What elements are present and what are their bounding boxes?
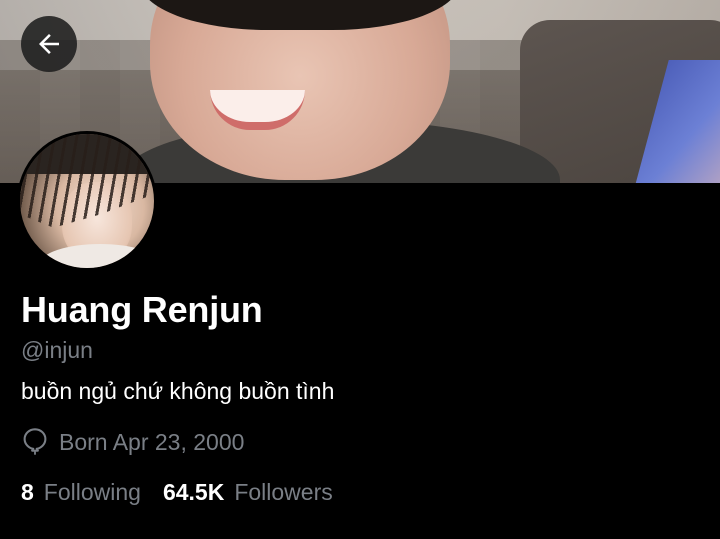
avatar[interactable] [17,131,157,271]
balloon-icon [23,428,47,455]
profile-bio: buồn ngủ chứ không buồn tình [21,378,335,404]
following-label: Following [43,479,141,505]
follow-stats: 8 Following 64.5K Followers [21,477,355,509]
following-link[interactable]: 8 Following [21,477,141,507]
birthday-row: Born Apr 23, 2000 [21,426,244,458]
followers-count: 64.5K [162,479,225,505]
back-button[interactable] [21,16,77,72]
profile-handle: @injun [21,337,93,363]
profile-name: Huang Renjun [21,289,263,330]
followers-label: Followers [234,479,333,505]
followers-link[interactable]: 64.5K Followers [163,477,333,507]
birthday-text: Born Apr 23, 2000 [59,429,245,455]
following-count: 8 [21,479,34,505]
arrow-left-icon [39,34,59,54]
